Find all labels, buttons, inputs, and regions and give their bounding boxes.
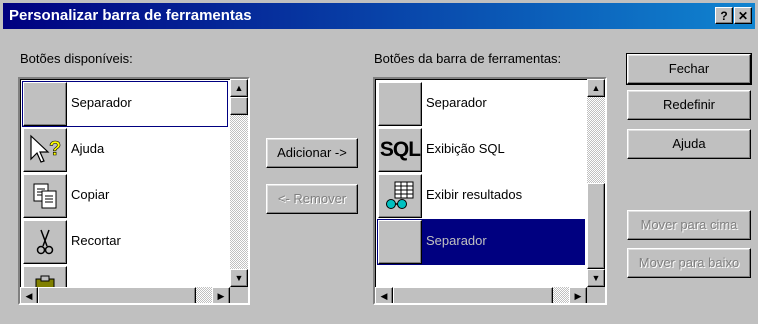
toolbar-buttons-label: Botões da barra de ferramentas: [374, 51, 562, 66]
add-button[interactable]: Adicionar -> [266, 138, 358, 168]
horizontal-scrollbar[interactable]: ◀ ▶ [20, 287, 230, 303]
scroll-left-button[interactable]: ◀ [375, 287, 393, 303]
scroll-up-button[interactable]: ▲ [587, 79, 605, 97]
list-item-label: Ajuda [71, 141, 105, 156]
arrow-left-icon: ◀ [25, 291, 33, 301]
sql-icon: SQL [378, 128, 422, 172]
move-up-button[interactable]: Mover para cima [627, 210, 751, 240]
svg-text:?: ? [49, 138, 61, 160]
remove-button-label: <- Remover [277, 191, 347, 206]
close-icon: ✕ [737, 9, 749, 23]
scrollbar-corner [230, 287, 248, 303]
close-button-label: Fechar [668, 61, 710, 76]
separator-placeholder [378, 82, 422, 126]
dialog-title: Personalizar barra de ferramentas [9, 7, 252, 24]
scroll-thumb[interactable] [230, 97, 248, 115]
vertical-scrollbar[interactable]: ▲ ▼ [230, 79, 248, 287]
scroll-up-button[interactable]: ▲ [230, 79, 248, 97]
title-bar: Personalizar barra de ferramentas ? ✕ [3, 3, 755, 29]
scroll-right-button[interactable]: ▶ [569, 287, 587, 303]
results-grid-icon [378, 174, 422, 218]
add-button-label: Adicionar -> [277, 145, 347, 160]
scroll-right-button[interactable]: ▶ [212, 287, 230, 303]
scrollbar-corner [587, 287, 605, 303]
vertical-scrollbar[interactable]: ▲ ▼ [587, 79, 605, 287]
scroll-thumb[interactable] [587, 183, 605, 269]
remove-button[interactable]: <- Remover [266, 184, 358, 214]
reset-button[interactable]: Redefinir [627, 90, 751, 120]
list-item-label: Separador [426, 95, 487, 110]
available-buttons-label: Botões disponíveis: [20, 51, 133, 66]
list-item-label: Exibir resultados [426, 187, 523, 202]
arrow-down-icon: ▼ [234, 273, 244, 283]
list-item-label: Copiar [71, 187, 110, 202]
close-button[interactable]: Fechar [626, 53, 752, 85]
help-button-label: Ajuda [672, 136, 706, 151]
scissors-icon [23, 220, 67, 264]
list-item-selected[interactable]: Separador [377, 219, 585, 265]
arrow-up-icon: ▲ [591, 83, 601, 93]
separator-placeholder [378, 220, 422, 264]
arrow-right-icon: ▶ [574, 291, 582, 301]
list-item[interactable]: Recortar [22, 219, 228, 265]
move-down-button[interactable]: Mover para baixo [627, 248, 751, 278]
scroll-down-button[interactable]: ▼ [230, 269, 248, 287]
available-buttons-list[interactable]: Separador ? Ajuda Copiar Recortar ▲ ▼ ◀ … [18, 77, 250, 305]
list-item-label: Exibição SQL [426, 141, 505, 156]
list-item[interactable]: Copiar [22, 173, 228, 219]
question-mark-icon: ? [720, 9, 728, 23]
arrow-up-icon: ▲ [234, 83, 244, 93]
horizontal-scrollbar[interactable]: ◀ ▶ [375, 287, 587, 303]
arrow-left-icon: ◀ [380, 291, 388, 301]
copy-icon [23, 174, 67, 218]
customize-toolbar-dialog: Personalizar barra de ferramentas ? ✕ Bo… [0, 0, 758, 324]
focus-frame [22, 81, 228, 127]
scroll-left-button[interactable]: ◀ [20, 287, 38, 303]
scroll-thumb[interactable] [393, 287, 553, 303]
reset-button-label: Redefinir [662, 97, 716, 112]
list-item[interactable]: Exibir resultados [377, 173, 585, 219]
list-item-label: Separador [426, 233, 487, 248]
list-item-label: Recortar [71, 233, 121, 248]
list-item[interactable]: Separador [377, 81, 585, 127]
list-item[interactable]: Separador [22, 81, 228, 127]
help-arrow-icon: ? [23, 128, 67, 172]
move-up-button-label: Mover para cima [640, 217, 738, 232]
scroll-down-button[interactable]: ▼ [587, 269, 605, 287]
arrow-right-icon: ▶ [217, 291, 225, 301]
arrow-down-icon: ▼ [591, 273, 601, 283]
help-title-button[interactable]: ? [715, 7, 733, 24]
scroll-thumb[interactable] [38, 287, 196, 303]
toolbar-buttons-list[interactable]: Separador SQL Exibição SQL Exibir result… [373, 77, 607, 305]
move-down-button-label: Mover para baixo [638, 255, 740, 270]
list-item[interactable]: SQL Exibição SQL [377, 127, 585, 173]
close-title-button[interactable]: ✕ [734, 7, 752, 24]
list-item[interactable]: ? Ajuda [22, 127, 228, 173]
help-button[interactable]: Ajuda [627, 129, 751, 159]
